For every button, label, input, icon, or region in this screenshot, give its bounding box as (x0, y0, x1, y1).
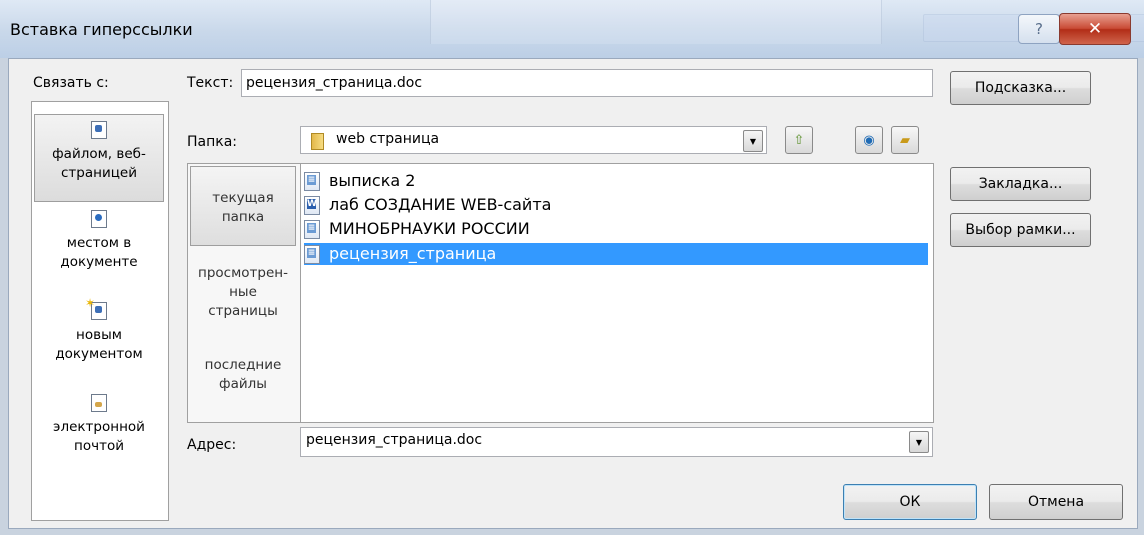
chevron-down-icon[interactable]: ▼ (909, 431, 929, 453)
cancel-button[interactable]: Отмена (989, 484, 1123, 520)
nav-browsed-label-3: страницы (208, 303, 278, 319)
new-document-icon (85, 294, 107, 320)
nav-current-folder[interactable]: текущая папка (190, 166, 296, 246)
link-new-doc-label-1: новым (76, 327, 122, 343)
chevron-down-icon[interactable]: ▼ (743, 130, 763, 152)
nav-browsed-label-2: ные (229, 284, 257, 300)
link-email[interactable]: электронной почтой (34, 394, 164, 474)
folder-icon (311, 133, 324, 150)
up-folder-icon: ⇧ (793, 132, 805, 148)
nav-browsed-label-1: просмотрен- (198, 265, 288, 281)
html-file-icon (304, 219, 320, 239)
close-icon: ✕ (1087, 19, 1103, 39)
hint-button[interactable]: Подсказка... (950, 71, 1091, 105)
close-button[interactable]: ✕ (1059, 13, 1131, 45)
link-email-label-1: электронной (53, 419, 145, 435)
navigation-pane: текущая папка просмотрен- ные страницы п… (187, 163, 301, 423)
link-new-doc-label-2: документом (55, 346, 143, 362)
folder-value: web страница (336, 131, 440, 147)
link-with-heading: Связать с: (33, 75, 109, 91)
file-name: лаб СОЗДАНИЕ WEB-сайта (329, 195, 552, 214)
link-file-web-label-2: страницей (61, 165, 137, 181)
file-name: рецензия_страница (329, 244, 497, 263)
frame-select-button[interactable]: Выбор рамки... (950, 213, 1091, 247)
link-place-in-document[interactable]: местом в документе (34, 210, 164, 290)
list-item[interactable]: МИНОБРНАУКИ РОССИИ (304, 218, 530, 240)
html-file-icon (304, 244, 320, 264)
background-window-ribbon (430, 0, 1144, 44)
nav-recent-label-1: последние (204, 357, 282, 373)
open-folder-icon: ▰ (900, 132, 910, 148)
web-search-icon: ◉ (863, 132, 875, 148)
link-place-label-1: местом в (66, 235, 132, 251)
help-button[interactable]: ? (1018, 14, 1060, 44)
bookmark-button[interactable]: Закладка... (950, 167, 1091, 201)
place-in-document-icon (91, 210, 107, 228)
file-list[interactable]: выписка 2 лаб СОЗДАНИЕ WEB-сайта МИНОБРН… (300, 163, 934, 423)
address-label: Адрес: (187, 437, 237, 453)
text-input[interactable]: рецензия_страница.doc (241, 69, 933, 97)
list-item-selected[interactable]: рецензия_страница (304, 243, 928, 265)
link-file-web-label-1: файлом, веб- (52, 146, 146, 162)
word-file-icon (304, 195, 320, 215)
title-bar: Вставка гиперссылки ? ✕ (0, 0, 1144, 58)
link-email-label-2: почтой (74, 438, 124, 454)
address-value: рецензия_страница.doc (306, 432, 483, 448)
file-name: МИНОБРНАУКИ РОССИИ (329, 219, 530, 238)
text-label: Текст: (187, 75, 234, 91)
link-place-label-2: документе (60, 254, 138, 270)
list-item[interactable]: выписка 2 (304, 170, 415, 192)
nav-current-folder-label-2: папка (221, 209, 265, 225)
browse-file-button[interactable]: ▰ (891, 126, 919, 154)
dialog-body: Связать с: файлом, веб- страницей местом… (8, 58, 1138, 529)
nav-browsed-pages[interactable]: просмотрен- ные страницы (190, 264, 296, 324)
nav-recent-label-2: файлы (219, 376, 267, 392)
link-with-pane: файлом, веб- страницей местом в документ… (31, 101, 169, 521)
browse-web-button[interactable]: ◉ (855, 126, 883, 154)
email-icon (91, 394, 107, 412)
nav-current-folder-label-1: текущая (212, 190, 274, 206)
link-file-web-page[interactable]: файлом, веб- страницей (34, 114, 164, 202)
list-item[interactable]: лаб СОЗДАНИЕ WEB-сайта (304, 194, 551, 216)
ok-button[interactable]: ОК (843, 484, 977, 520)
html-file-icon (304, 171, 320, 191)
up-folder-button[interactable]: ⇧ (785, 126, 813, 154)
folder-label: Папка: (187, 134, 238, 150)
file-name: выписка 2 (329, 171, 416, 190)
link-new-document[interactable]: новым документом (34, 294, 164, 382)
window-title: Вставка гиперссылки (10, 20, 193, 39)
nav-recent-files[interactable]: последние файлы (190, 356, 296, 402)
folder-select[interactable]: web страница ▼ (300, 126, 767, 154)
help-icon: ? (1035, 20, 1043, 38)
file-web-icon (91, 121, 107, 139)
address-input[interactable]: рецензия_страница.doc ▼ (300, 427, 933, 457)
